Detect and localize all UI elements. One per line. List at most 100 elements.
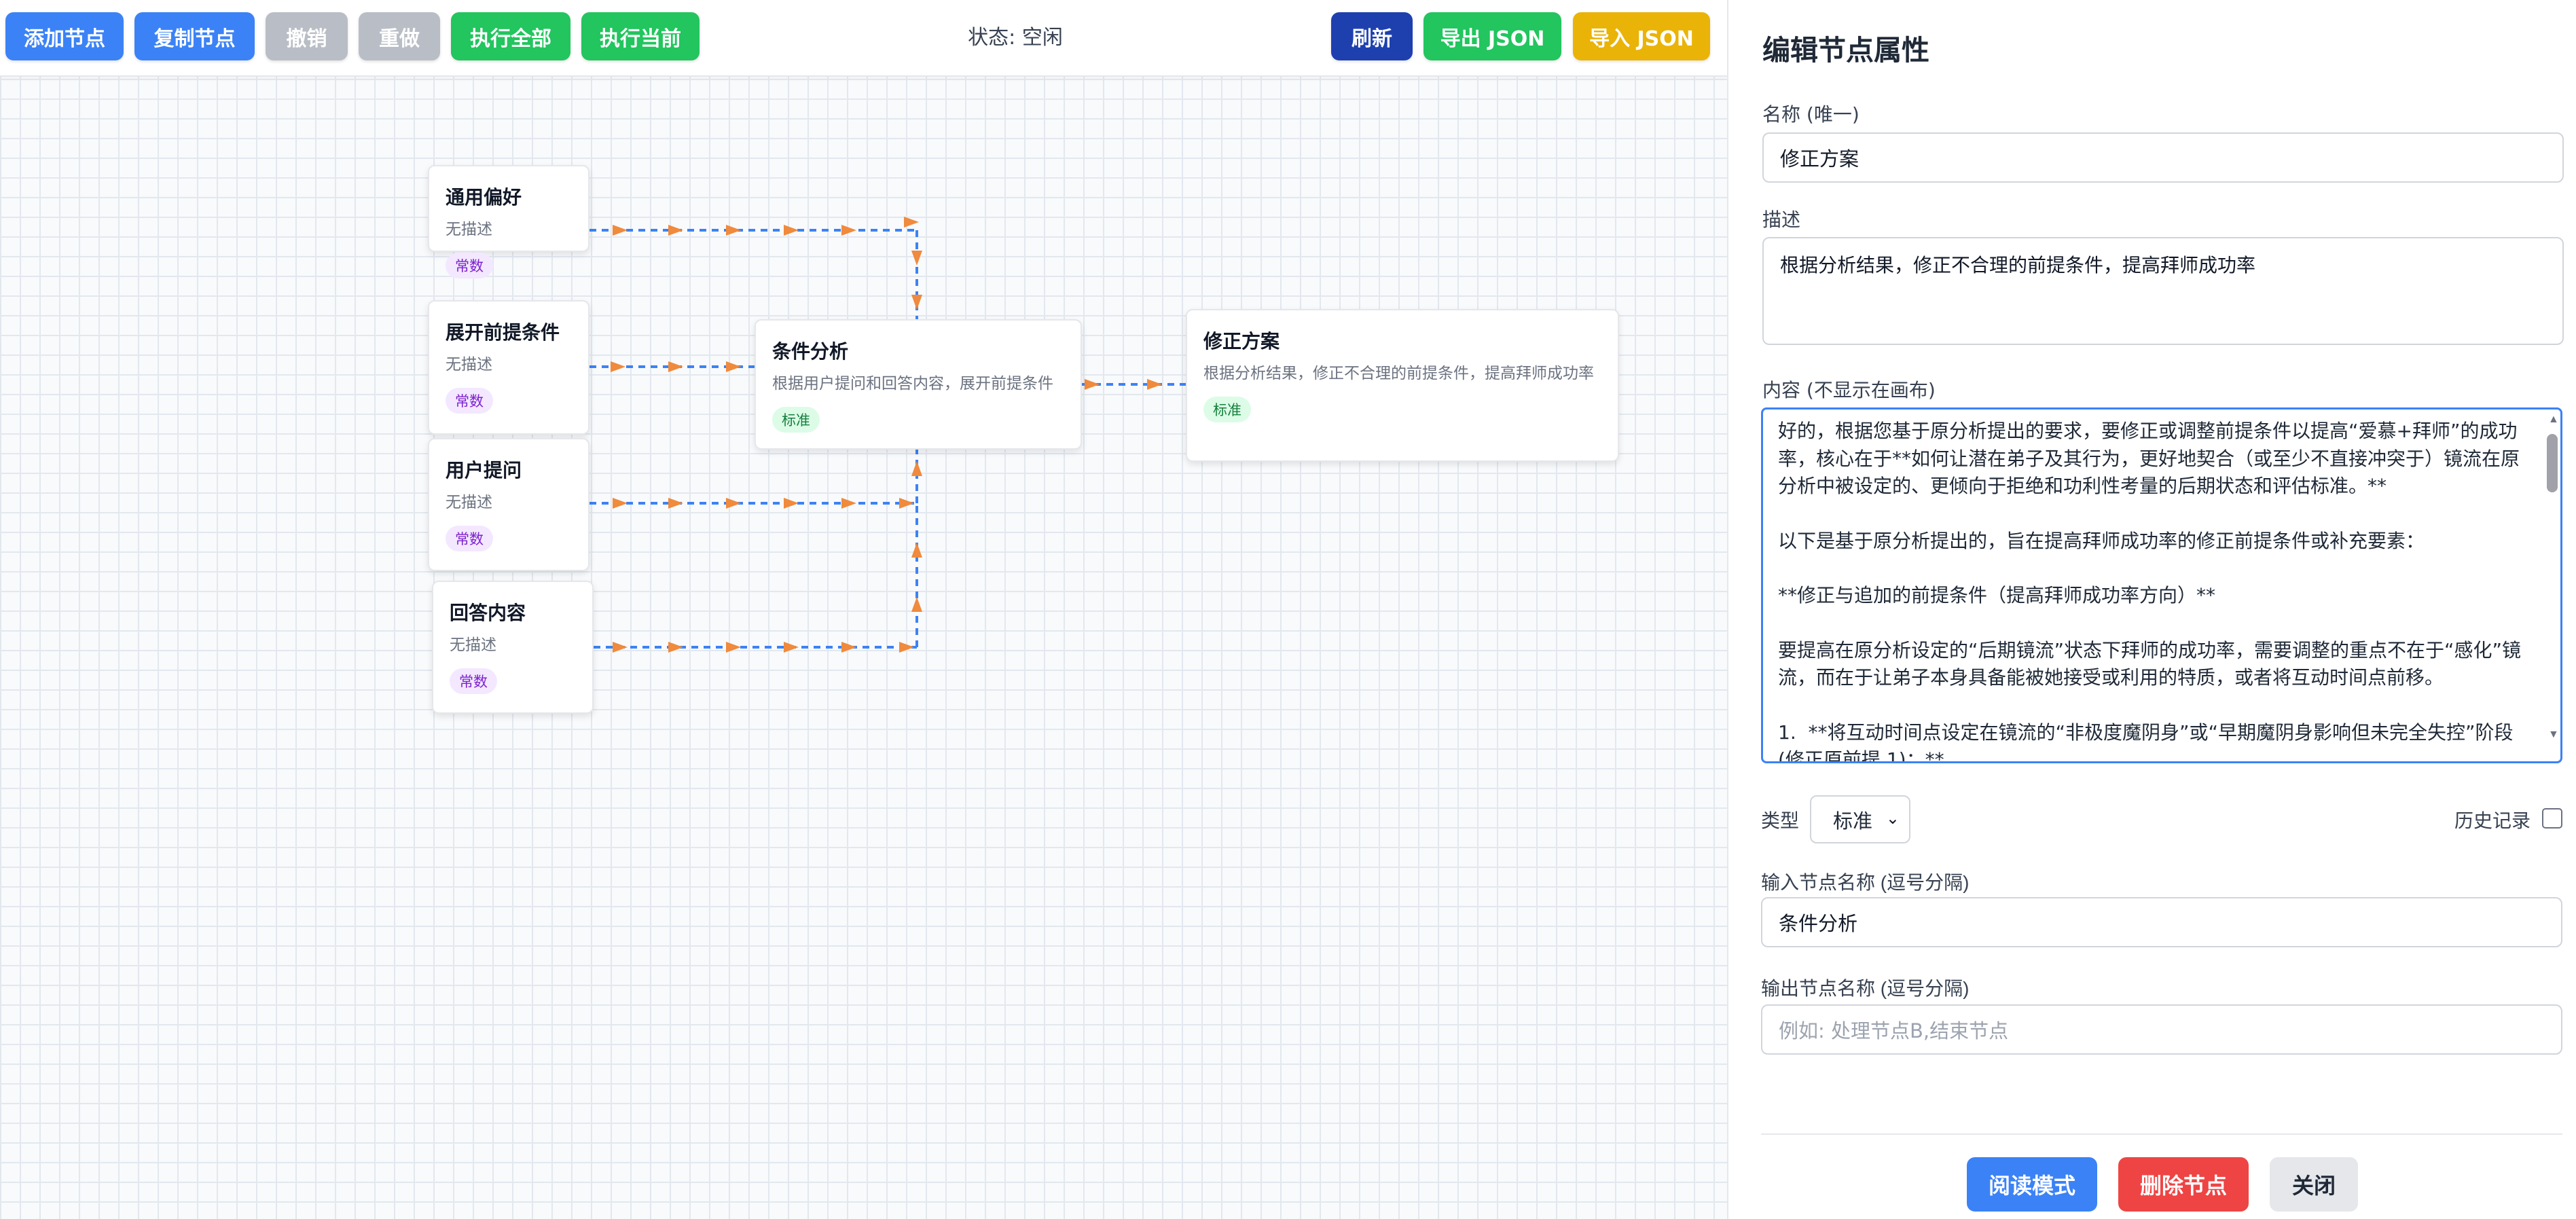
edge-arrow-icon	[726, 361, 741, 372]
status-text: 状态: 空闲	[968, 26, 1063, 50]
graph-node[interactable]: 回答内容 无描述 常数	[432, 581, 594, 714]
outputs-field-placeholder: 例如: 处理节点B,结束节点	[1779, 1019, 2009, 1042]
outputs-field[interactable]: 例如: 处理节点B,结束节点	[1761, 1004, 2562, 1055]
node-description: 无描述	[446, 221, 492, 238]
node-title: 通用偏好	[446, 186, 522, 208]
description-value: 根据分析结果，修正不合理的前提条件，提高拜师成功率	[1780, 254, 2256, 276]
edge-arrow-icon	[784, 642, 799, 653]
run-all-button[interactable]: 执行全部	[451, 12, 570, 60]
edge-arrow-icon	[841, 498, 856, 509]
edge-arrow-icon	[911, 295, 922, 310]
content-paragraph: 要提高在原分析设定的“后期镜流”状态下拜师的成功率，需要调整的重点不在于“感化”…	[1778, 638, 2522, 689]
node-title: 修正方案	[1203, 330, 1280, 352]
edge-arrow-icon	[668, 642, 683, 653]
node-title: 回答内容	[450, 602, 526, 624]
edge-arrow-icon	[899, 642, 914, 653]
node-title: 用户提问	[446, 459, 522, 481]
content-textarea[interactable]: 好的，根据您基于原分析提出的要求，要修正或调整前提条件以提高“爱慕+拜师”的成功…	[1761, 407, 2562, 763]
edge-arrow-icon	[784, 225, 799, 236]
node-type-badge: 常数	[446, 253, 493, 278]
run-current-button[interactable]: 执行当前	[581, 12, 700, 60]
content-paragraph: 以下是基于原分析提出的，旨在提高拜师成功率的修正前提条件或补充要素：	[1778, 529, 2425, 552]
node-type-badge: 常数	[446, 526, 493, 551]
type-select[interactable]: 标准 ⌄	[1810, 795, 1910, 843]
scroll-down-icon[interactable]: ▼	[2548, 729, 2559, 741]
node-type-badge: 常数	[446, 388, 493, 414]
close-button[interactable]: 关闭	[2270, 1157, 2358, 1212]
description-label: 描述	[1762, 208, 1801, 231]
import-json-button[interactable]: 导入 JSON	[1573, 12, 1710, 60]
edge-arrow-icon	[611, 361, 625, 372]
panel-title: 编辑节点属性	[1762, 34, 1929, 67]
node-description: 无描述	[446, 494, 492, 511]
edge-arrow-icon	[784, 498, 799, 509]
scrollbar-thumb[interactable]	[2547, 434, 2558, 492]
edge-arrow-icon	[1085, 379, 1100, 390]
inputs-field-value: 条件分析	[1779, 912, 1858, 935]
scroll-up-icon[interactable]: ▲	[2548, 414, 2559, 426]
undo-button[interactable]: 撤销	[266, 12, 348, 60]
edge-arrow-icon	[668, 225, 683, 236]
outputs-label: 输出节点名称 (逗号分隔)	[1761, 978, 1970, 999]
edge-arrow-icon	[613, 498, 628, 509]
description-textarea[interactable]: 根据分析结果，修正不合理的前提条件，提高拜师成功率	[1762, 237, 2564, 345]
edge-arrow-icon	[911, 461, 922, 476]
chevron-down-icon: ⌄	[1885, 809, 1900, 828]
delete-node-button[interactable]: 删除节点	[2118, 1157, 2249, 1212]
edge-arrow-icon	[841, 225, 856, 236]
node-description: 根据用户提问和回答内容，展开前提条件	[772, 375, 1053, 393]
edge-arrow-icon	[911, 251, 922, 266]
refresh-button[interactable]: 刷新	[1331, 12, 1413, 60]
graph-node[interactable]: 修正方案 根据分析结果，修正不合理的前提条件，提高拜师成功率 标准	[1186, 309, 1619, 462]
name-label: 名称 (唯一)	[1762, 103, 1860, 126]
graph-node[interactable]: 展开前提条件 无描述 常数	[428, 300, 589, 435]
export-json-button[interactable]: 导出 JSON	[1423, 12, 1561, 60]
content-paragraph: 1. **将互动时间点设定在镜流的“非极度魔阴身”或“早期魔阴身影响但未完全失控…	[1778, 721, 2520, 763]
node-title: 条件分析	[772, 340, 849, 363]
edge-arrow-icon	[613, 642, 628, 653]
edge-arrow-icon	[668, 361, 683, 372]
type-label: 类型	[1761, 810, 1800, 831]
edge-arrow-icon	[899, 498, 914, 509]
name-input[interactable]: 修正方案	[1762, 132, 2564, 183]
read-mode-button[interactable]: 阅读模式	[1967, 1157, 2097, 1212]
node-type-badge: 标准	[772, 407, 820, 433]
graph-node[interactable]: 通用偏好 无描述 常数	[428, 165, 589, 278]
edge-layer	[589, 217, 1186, 653]
add-node-button[interactable]: 添加节点	[5, 12, 124, 60]
edge-arrow-icon	[613, 225, 628, 236]
content-paragraph: 好的，根据您基于原分析提出的要求，要修正或调整前提条件以提高“爱慕+拜师”的成功…	[1778, 420, 2520, 497]
graph-node[interactable]: 用户提问 无描述 常数	[428, 438, 589, 571]
node-description: 根据分析结果，修正不合理的前提条件，提高拜师成功率	[1203, 365, 1594, 382]
edge-arrow-icon	[841, 642, 856, 653]
graph-node[interactable]: 条件分析 根据用户提问和回答内容，展开前提条件 标准	[755, 319, 1082, 450]
toolbar: 添加节点 复制节点 撤销 重做 执行全部 执行当前 状态: 空闲 刷新 导出 J…	[0, 0, 1727, 77]
inputs-field[interactable]: 条件分析	[1761, 897, 2562, 947]
node-description: 无描述	[450, 636, 496, 654]
content-scrollbar[interactable]: ▲ ▼	[2545, 411, 2559, 761]
history-checkbox[interactable]	[2542, 808, 2562, 829]
node-title: 展开前提条件	[446, 321, 560, 344]
copy-node-button[interactable]: 复制节点	[134, 12, 255, 60]
edge-arrow-icon	[911, 597, 922, 612]
content-label: 内容 (不显示在画布)	[1762, 379, 1936, 401]
edge-arrow-icon	[911, 543, 922, 558]
edge-arrow-icon	[726, 225, 741, 236]
name-input-value: 修正方案	[1780, 147, 1860, 170]
node-description: 无描述	[446, 356, 492, 374]
inputs-label: 输入节点名称 (逗号分隔)	[1761, 872, 1970, 893]
edge-arrow-icon	[726, 498, 741, 509]
node-type-badge: 标准	[1203, 397, 1251, 422]
graph-canvas[interactable]: 添加节点 复制节点 撤销 重做 执行全部 执行当前 状态: 空闲 刷新 导出 J…	[0, 0, 1727, 1219]
edge-arrow-icon	[904, 217, 919, 228]
type-select-value: 标准	[1833, 810, 1873, 833]
redo-button[interactable]: 重做	[359, 12, 440, 60]
content-paragraph: **修正与追加的前提条件（提高拜师成功率方向）**	[1778, 584, 2216, 606]
edge-arrow-icon	[726, 642, 741, 653]
divider	[1761, 1133, 2562, 1135]
node-type-badge: 常数	[450, 668, 497, 694]
history-label: 历史记录	[2454, 810, 2531, 831]
edge-arrow-icon	[1147, 379, 1162, 390]
content-text: 好的，根据您基于原分析提出的要求，要修正或调整前提条件以提高“爱慕+拜师”的成功…	[1778, 418, 2532, 763]
edge-arrow-icon	[668, 498, 683, 509]
